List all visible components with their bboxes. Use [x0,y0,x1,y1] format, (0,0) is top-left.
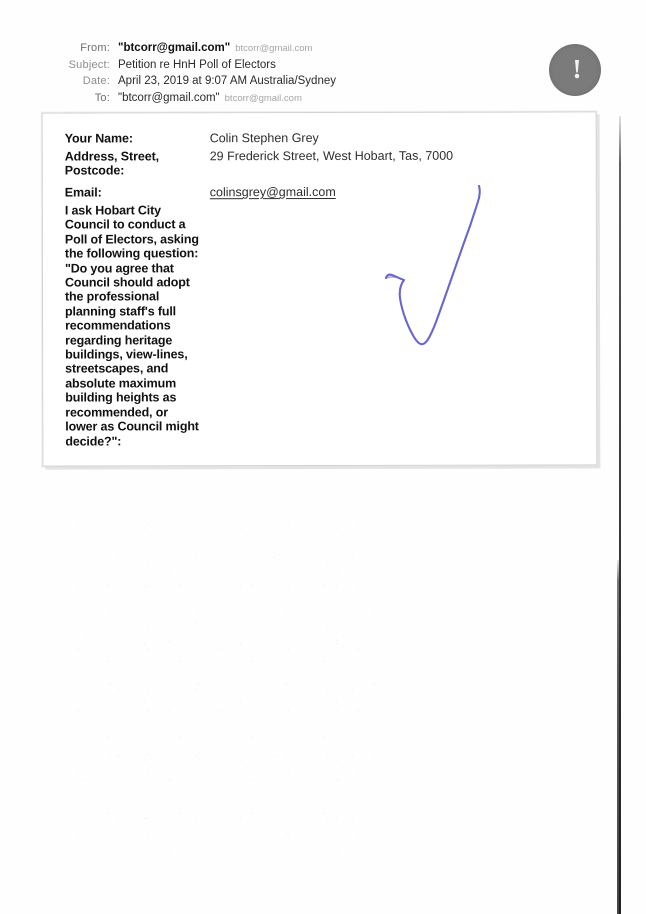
to-address-secondary: btcorr@gmail.com [224,92,302,104]
email-label: Email: [64,185,102,200]
date-value: April 23, 2019 at 9:07 AM Australia/Sydn… [118,75,336,88]
scan-noise-artifact [70,520,390,860]
petition-form-content: Your Name: Colin Stephen Grey Address, S… [43,112,597,465]
from-address-secondary: btcorr@gmail.com [235,43,313,54]
scanned-page: From: "btcorr@gmail.com" btcorr@gmail.co… [0,0,646,914]
email-header: From: "btcorr@gmail.com" btcorr@gmail.co… [62,40,482,107]
petition-form-fields: Your Name: Colin Stephen Grey Address, S… [65,122,596,448]
scan-edge-line [619,116,621,914]
subject-value: Petition re HnH Poll of Electors [118,59,276,72]
exclamation-glyph: ! [572,53,582,84]
email-value-link[interactable]: colinsgrey@gmail.com [210,185,336,200]
address-label: Address, Street, Postcode: [64,149,160,178]
your-name-label: Your Name: [64,131,133,146]
email-header-row-to: To: "btcorr@gmail.com" btcorr@gmail.com [62,90,482,107]
email-header-row-date: Date: April 23, 2019 at 9:07 AM Australi… [62,73,482,89]
scan-edge-line-lower [617,560,620,914]
date-label: Date: [82,75,110,88]
exclamation-icon: ! [549,44,601,96]
to-label: To: [94,91,110,104]
your-name-value: Colin Stephen Grey [209,131,319,146]
from-value: "btcorr@gmail.com" [118,42,231,54]
petition-question-text: I ask Hobart City Council to conduct a P… [64,203,199,449]
email-header-row-subject: Subject: Petition re HnH Poll of Elector… [62,57,482,73]
subject-label: Subject: [68,59,110,72]
from-label: From: [80,42,110,54]
address-value: 29 Frederick Street, West Hobart, Tas, 7… [209,148,454,164]
to-value: "btcorr@gmail.com" [118,91,220,104]
email-header-row-from: From: "btcorr@gmail.com" btcorr@gmail.co… [62,40,482,57]
petition-form-box: Your Name: Colin Stephen Grey Address, S… [41,111,598,467]
